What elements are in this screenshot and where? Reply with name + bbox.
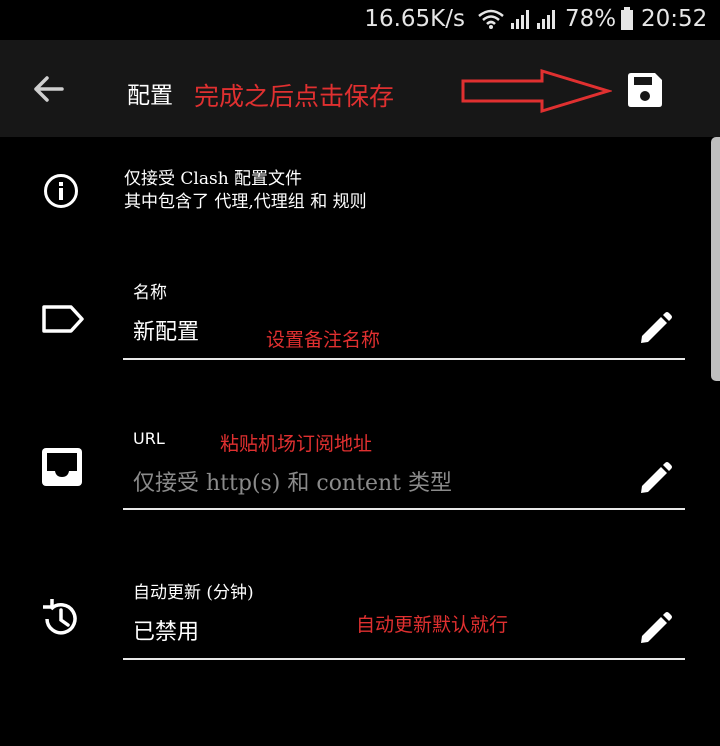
url-field-label: URL bbox=[133, 429, 165, 448]
pencil-icon[interactable] bbox=[637, 461, 673, 497]
name-field-underline bbox=[123, 358, 685, 360]
label-tag-icon bbox=[42, 305, 84, 333]
signal-icon bbox=[511, 10, 529, 29]
pencil-icon[interactable] bbox=[637, 311, 673, 347]
name-field-label: 名称 bbox=[133, 283, 167, 303]
page-title: 配置 bbox=[127, 83, 173, 109]
clock: 20:52 bbox=[641, 6, 708, 32]
url-field-placeholder[interactable]: 仅接受 http(s) 和 content 类型 bbox=[133, 465, 452, 497]
annotation-arrow bbox=[461, 68, 612, 114]
network-speed: 16.65K/s bbox=[364, 6, 465, 32]
annotation-save: 完成之后点击保存 bbox=[194, 82, 395, 111]
annotation-name: 设置备注名称 bbox=[266, 329, 381, 351]
app-toolbar: 配置 完成之后点击保存 bbox=[0, 40, 720, 137]
battery-percent: 78% bbox=[565, 6, 617, 32]
info-icon bbox=[44, 174, 78, 208]
annotation-update: 自动更新默认就行 bbox=[356, 614, 509, 636]
inbox-icon bbox=[42, 448, 82, 486]
battery-icon bbox=[621, 7, 633, 30]
signal-4g-icon bbox=[537, 10, 555, 29]
info-line-1: 仅接受 Clash 配置文件 bbox=[124, 169, 303, 189]
status-bar: 16.65K/s 78% 20:52 bbox=[0, 0, 720, 40]
pencil-icon[interactable] bbox=[637, 611, 673, 647]
annotation-url: 粘贴机场订阅地址 bbox=[220, 433, 373, 455]
scrollbar[interactable] bbox=[711, 137, 720, 381]
update-field-label: 自动更新 (分钟) bbox=[133, 583, 254, 603]
info-text: 仅接受 Clash 配置文件 其中包含了 代理,代理组 和 规则 bbox=[124, 168, 367, 214]
arrow-left-icon[interactable] bbox=[30, 74, 66, 104]
url-field-underline bbox=[123, 508, 685, 510]
save-icon[interactable] bbox=[625, 71, 665, 109]
name-field-value[interactable]: 新配置 bbox=[133, 314, 199, 346]
update-field-value[interactable]: 已禁用 bbox=[133, 614, 199, 646]
info-line-2: 其中包含了 代理,代理组 和 规则 bbox=[124, 192, 367, 212]
update-field-underline bbox=[123, 658, 685, 660]
wifi-icon bbox=[478, 9, 504, 29]
history-clock-icon bbox=[43, 599, 77, 635]
